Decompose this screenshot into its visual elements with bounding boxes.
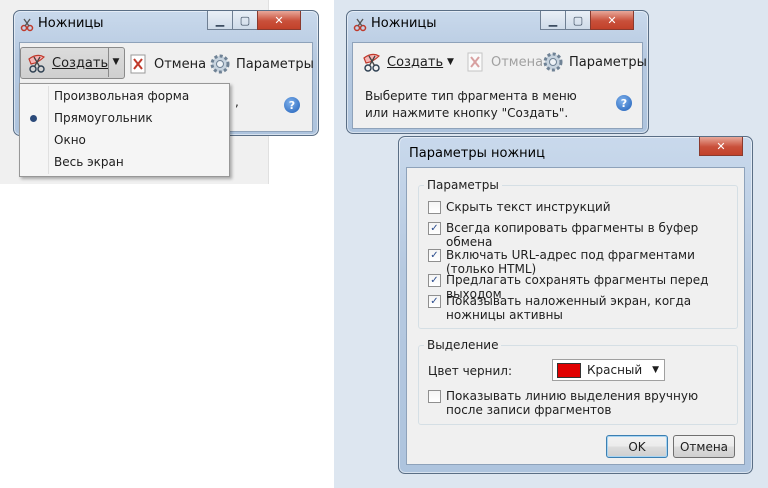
params-group-title: Параметры: [424, 178, 502, 192]
gear-icon: [543, 52, 563, 72]
minimize-button[interactable]: ▁: [207, 11, 233, 30]
options-dialog: Параметры ножниц ✕ Параметры Скрыть текс…: [398, 136, 753, 474]
cancel-button[interactable]: Отмена: [467, 49, 543, 75]
instruction-text-fragment: ,: [235, 95, 239, 109]
ok-label: OK: [628, 439, 646, 454]
dialog-close-button[interactable]: ✕: [699, 137, 743, 156]
ink-color-value: Красный: [587, 363, 643, 377]
chevron-down-icon: ▼: [652, 365, 659, 375]
menu-item-window[interactable]: Окно: [20, 129, 229, 151]
menu-item-label: Весь экран: [54, 155, 124, 169]
cancel-icon: [467, 52, 483, 72]
options-button[interactable]: Параметры: [542, 49, 647, 75]
dropdown-arrow-icon: ▼: [112, 57, 120, 67]
minimize-icon: ▁: [548, 13, 558, 27]
dialog-title: Параметры ножниц: [409, 146, 545, 161]
maximize-icon: ▢: [572, 13, 584, 27]
dropdown-arrow-icon: ▼: [447, 57, 454, 67]
options-label: Параметры: [569, 54, 647, 70]
create-button[interactable]: Создать: [361, 49, 443, 75]
menu-item-label: Прямоугольник: [54, 111, 153, 125]
ok-button[interactable]: OK: [606, 435, 668, 458]
checkbox-checked-icon[interactable]: ✓: [428, 222, 441, 235]
ink-color-label: Цвет чернил:: [428, 364, 513, 378]
checkbox-unchecked-icon[interactable]: [428, 390, 441, 403]
menu-item-rectangle[interactable]: Прямоугольник: [20, 107, 229, 129]
cancel-label: Отмена: [679, 439, 729, 454]
create-dropdown-arrow[interactable]: ▼: [109, 47, 123, 77]
close-icon: ✕: [274, 13, 284, 27]
dialog-client-area: Параметры Скрыть текст инструкций ✓ Всег…: [406, 167, 745, 465]
option-label: Включать URL-адрес под фрагментами (толь…: [446, 248, 695, 276]
options-label: Параметры: [236, 56, 314, 72]
menu-item-label: Произвольная форма: [54, 89, 190, 103]
close-icon: ✕: [716, 139, 726, 153]
cancel-icon: [130, 54, 146, 74]
option-include-url[interactable]: ✓ Включать URL-адрес под фрагментами (то…: [428, 248, 744, 276]
option-show-overlay[interactable]: ✓ Показывать наложенный экран, когда нож…: [428, 294, 718, 322]
minimize-icon: ▁: [215, 13, 225, 27]
option-label: Показывать наложенный экран, когда ножни…: [446, 294, 692, 322]
menu-item-freeform[interactable]: Произвольная форма: [20, 85, 229, 107]
ink-color-swatch: [557, 362, 581, 378]
menu-item-fullscreen[interactable]: Весь экран: [20, 151, 229, 173]
dialog-cancel-button[interactable]: Отмена: [673, 435, 735, 458]
maximize-icon: ▢: [239, 13, 251, 27]
option-show-selection-line[interactable]: Показывать линию выделения вручную после…: [428, 389, 718, 417]
window-title: Ножницы: [38, 16, 104, 31]
create-label: Создать: [52, 55, 109, 71]
menu-item-label: Окно: [54, 133, 86, 147]
create-dropdown-arrow[interactable]: ▼: [447, 57, 454, 67]
help-icon[interactable]: ?: [284, 97, 300, 113]
scissors-app-icon: [353, 18, 367, 32]
ink-color-select[interactable]: Красный ▼: [552, 359, 665, 381]
create-mode-menu: Произвольная форма Прямоугольник Окно Ве…: [19, 83, 230, 177]
close-button[interactable]: ✕: [590, 11, 634, 30]
option-label: Показывать линию выделения вручную после…: [446, 389, 699, 417]
cancel-label: Отмена: [491, 54, 544, 70]
right-client-area: Создать ▼ Отмена Параметры Выберите тип …: [352, 42, 647, 129]
cancel-label: Отмена: [154, 56, 207, 72]
checkbox-checked-icon[interactable]: ✓: [428, 249, 441, 262]
options-button[interactable]: Параметры: [209, 51, 314, 77]
option-label: Скрыть текст инструкций: [446, 200, 611, 214]
maximize-button[interactable]: ▢: [232, 11, 258, 30]
instruction-text: Выберите тип фрагмента в меню или нажмит…: [365, 89, 577, 120]
close-button[interactable]: ✕: [257, 11, 301, 30]
create-label: Создать: [387, 54, 444, 70]
help-icon[interactable]: ?: [616, 95, 632, 111]
gear-icon: [210, 54, 230, 74]
close-icon: ✕: [607, 13, 617, 27]
option-hide-instructions[interactable]: Скрыть текст инструкций: [428, 200, 611, 214]
option-copy-to-clipboard[interactable]: ✓ Всегда копировать фрагменты в буфер об…: [428, 221, 744, 249]
checkbox-checked-icon[interactable]: ✓: [428, 274, 441, 287]
cancel-button[interactable]: Отмена: [130, 51, 206, 77]
right-snipping-window: Ножницы ▁ ▢ ✕ Создать ▼ Отмена Параметры…: [346, 10, 649, 134]
minimize-button[interactable]: ▁: [540, 11, 566, 30]
window-title: Ножницы: [371, 16, 437, 31]
scissors-app-icon: [20, 18, 34, 32]
scissors-icon: [28, 54, 45, 73]
checkbox-checked-icon[interactable]: ✓: [428, 295, 441, 308]
maximize-button[interactable]: ▢: [565, 11, 591, 30]
selection-group-title: Выделение: [424, 338, 502, 352]
checkbox-unchecked-icon[interactable]: [428, 201, 441, 214]
scissors-icon: [363, 53, 380, 72]
option-label: Всегда копировать фрагменты в буфер обме…: [446, 221, 699, 249]
selected-bullet-icon: [30, 114, 37, 122]
create-button[interactable]: Создать: [26, 50, 108, 76]
